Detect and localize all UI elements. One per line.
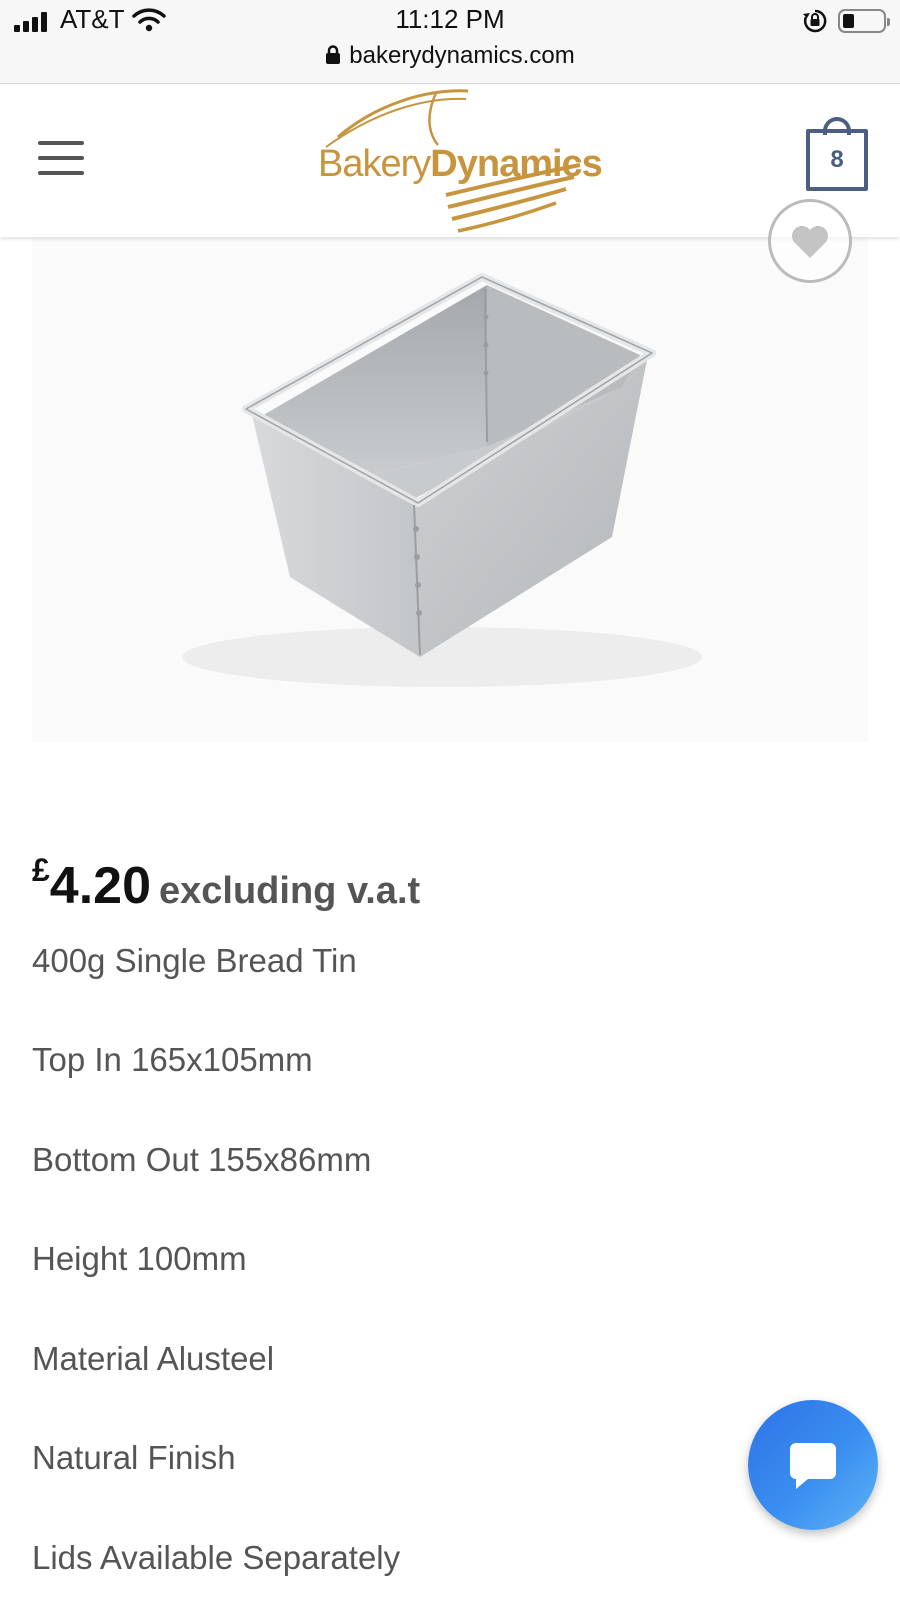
product-detail-line: Material Alusteel — [32, 1340, 275, 1377]
price-currency: £ — [32, 852, 50, 888]
product-detail-line: Bottom Out 155x86mm — [32, 1141, 372, 1178]
cart-button[interactable]: 8 — [806, 117, 868, 199]
product-price: £4.20 excluding v.a.t — [32, 852, 420, 916]
menu-icon[interactable] — [38, 141, 84, 175]
cart-count: 8 — [830, 146, 844, 173]
bread-tin-image — [182, 273, 702, 687]
site-header: BakeryDynamics 8 — [0, 85, 900, 237]
battery-icon — [838, 9, 890, 33]
product-detail-line: 400g Single Bread Tin — [32, 942, 357, 979]
heart-icon — [792, 226, 828, 258]
logo-wordmark: BakeryDynamics — [318, 143, 603, 186]
product-image[interactable] — [32, 237, 868, 742]
price-vat-note: excluding v.a.t — [159, 870, 421, 912]
wishlist-button[interactable] — [768, 199, 852, 283]
logo-text-dynamics: Dynamics — [430, 143, 603, 185]
logo-text-bakery: Bakery — [318, 143, 431, 185]
price-amount: 4.20 — [49, 857, 152, 915]
product-detail-line: Height 100mm — [32, 1240, 247, 1277]
address-bar[interactable]: bakerydynamics.com — [0, 42, 900, 70]
status-time: 11:12 PM — [395, 4, 505, 34]
status-bar: AT&T 11:12 PM bakerydynamics.com — [0, 0, 900, 84]
product-detail-line: Natural Finish — [32, 1439, 236, 1476]
product-detail-line: Top In 165x105mm — [32, 1041, 313, 1078]
product-detail-line: Lids Available Separately — [32, 1539, 401, 1576]
chat-bubble-icon — [790, 1443, 836, 1489]
logo[interactable]: BakeryDynamics — [318, 85, 603, 237]
url-text: bakerydynamics.com — [349, 42, 575, 69]
chat-button[interactable] — [748, 1400, 878, 1530]
rotation-lock-icon — [803, 9, 827, 33]
lock-icon — [326, 45, 341, 64]
